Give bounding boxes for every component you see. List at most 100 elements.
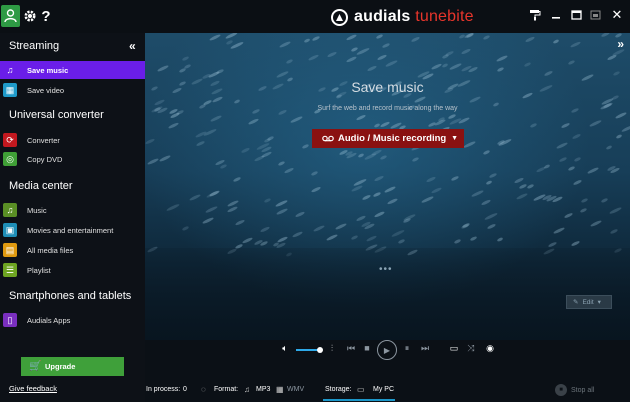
fish-decoration bbox=[567, 60, 575, 66]
page-title: Save music bbox=[351, 79, 424, 95]
sidebar-item-label: Save music bbox=[27, 65, 69, 75]
fish-decoration bbox=[310, 185, 322, 193]
next-track-icon[interactable]: ⏭︎ bbox=[420, 343, 430, 354]
stop-icon[interactable]: ■ bbox=[362, 343, 372, 353]
shuffle-icon[interactable]: ⤨ bbox=[465, 343, 477, 354]
record-button-label: Audio / Music recording bbox=[338, 133, 447, 144]
sidebar-item-all-media-files[interactable]: ▤ All media files bbox=[0, 241, 145, 259]
recording-icon bbox=[322, 134, 334, 144]
fish-decoration bbox=[570, 239, 580, 247]
fish-decoration bbox=[202, 216, 215, 225]
fish-decoration bbox=[605, 144, 613, 151]
fish-decoration bbox=[567, 165, 576, 172]
fish-decoration bbox=[482, 34, 491, 41]
fish-decoration bbox=[589, 219, 602, 228]
chevron-down-icon: ▼ bbox=[451, 135, 458, 142]
music-note-icon: ♫ bbox=[244, 385, 250, 394]
restore-icon[interactable] bbox=[588, 8, 602, 22]
sidebar-item-copy-dvd[interactable]: ◎ Copy DVD bbox=[0, 150, 145, 168]
edit-button[interactable]: ✎ Edit ▾ bbox=[566, 295, 612, 309]
fish-decoration bbox=[208, 70, 221, 79]
volume-slider-handle[interactable] bbox=[317, 347, 323, 353]
volume-icon[interactable]: 🔈︎ bbox=[280, 343, 290, 354]
fish-decoration bbox=[225, 39, 233, 46]
movies-icon: ▣ bbox=[3, 223, 17, 237]
fish-decoration bbox=[471, 189, 485, 198]
fish-decoration bbox=[355, 113, 367, 122]
minimize-icon[interactable] bbox=[549, 8, 563, 22]
music-icon: ♫ bbox=[3, 203, 17, 217]
storage-value[interactable]: My PC bbox=[373, 386, 394, 393]
fish-decoration bbox=[447, 112, 457, 120]
fish-decoration bbox=[381, 42, 391, 50]
dvd-copy-icon: ◎ bbox=[3, 152, 17, 166]
sidebar-item-label: Playlist bbox=[27, 265, 51, 275]
eye-icon[interactable]: ◉ bbox=[484, 343, 496, 354]
fish-decoration bbox=[387, 197, 399, 205]
sidebar-item-converter[interactable]: ⟳ Converter bbox=[0, 131, 145, 149]
fish-decoration bbox=[196, 140, 206, 148]
help-icon[interactable]: ? bbox=[36, 6, 56, 26]
pencil-icon: ✎ bbox=[573, 299, 579, 306]
fish-decoration bbox=[410, 36, 420, 43]
audio-music-recording-button[interactable]: Audio / Music recording ▼ bbox=[312, 129, 464, 148]
convert-icon: ⟳ bbox=[3, 133, 17, 147]
paint-roller-icon[interactable] bbox=[528, 8, 542, 22]
pause-icon[interactable]: ⏸︎ bbox=[402, 343, 412, 354]
close-icon[interactable]: ✕ bbox=[610, 7, 624, 22]
sidebar: « Streaming ♫ Save music ▦ Save video Un… bbox=[0, 33, 145, 402]
fish-decoration bbox=[181, 55, 190, 62]
fish-decoration bbox=[234, 219, 245, 227]
fish-decoration bbox=[391, 229, 406, 238]
picture-in-picture-icon[interactable]: ▭ bbox=[448, 343, 460, 354]
stop-all-button[interactable]: ■ Stop all bbox=[555, 384, 594, 396]
fish-decoration bbox=[430, 186, 442, 194]
upgrade-button[interactable]: 🛒 Upgrade bbox=[21, 357, 124, 376]
give-feedback-link[interactable]: Give feedback bbox=[9, 384, 57, 393]
fish-decoration bbox=[442, 63, 449, 69]
fish-decoration bbox=[350, 234, 359, 240]
fish-decoration bbox=[398, 239, 406, 245]
sidebar-item-playlist[interactable]: ☰ Playlist bbox=[0, 261, 145, 279]
fish-decoration bbox=[159, 154, 171, 163]
sidebar-item-save-music[interactable]: ♫ Save music bbox=[0, 61, 145, 79]
fish-decoration bbox=[365, 234, 378, 243]
fish-decoration bbox=[232, 176, 242, 183]
fish-decoration bbox=[573, 156, 582, 163]
fish-decoration bbox=[274, 199, 288, 208]
user-icon[interactable] bbox=[1, 5, 20, 27]
title-bar: ? audials tunebite ✕ bbox=[0, 0, 630, 33]
fish-decoration bbox=[483, 212, 498, 222]
fish-decoration bbox=[374, 211, 386, 219]
format-wmv[interactable]: WMV bbox=[287, 386, 304, 393]
sidebar-item-movies[interactable]: ▣ Movies and entertainment bbox=[0, 221, 145, 239]
collapse-sidebar-icon[interactable]: « bbox=[129, 39, 136, 53]
fish-decoration bbox=[357, 152, 365, 159]
fish-decoration bbox=[167, 121, 180, 129]
fish-decoration bbox=[614, 111, 627, 120]
status-bar: In process: 0 ◌ Format: ♫ MP3 ▦ WMV Stor… bbox=[145, 380, 630, 402]
fish-decoration bbox=[495, 54, 508, 63]
fish-decoration bbox=[355, 215, 366, 223]
fish-decoration bbox=[611, 94, 619, 101]
fish-decoration bbox=[289, 115, 303, 124]
maximize-icon[interactable] bbox=[569, 8, 583, 22]
fish-decoration bbox=[209, 33, 222, 42]
fish-decoration bbox=[380, 155, 388, 161]
fish-decoration bbox=[485, 180, 493, 186]
play-button[interactable]: ▶ bbox=[377, 340, 397, 360]
fish-decoration bbox=[291, 230, 303, 238]
previous-track-icon[interactable]: ⏮︎ bbox=[346, 343, 356, 354]
fish-decoration bbox=[326, 233, 339, 242]
sidebar-item-music[interactable]: ♫ Music bbox=[0, 201, 145, 219]
sidebar-item-save-video[interactable]: ▦ Save video bbox=[0, 81, 145, 99]
sidebar-item-audials-apps[interactable]: ▯ Audials Apps bbox=[0, 311, 145, 329]
fish-decoration bbox=[588, 119, 602, 128]
equalizer-icon[interactable]: ⫶ bbox=[327, 343, 337, 354]
fish-decoration bbox=[145, 138, 155, 146]
format-mp3[interactable]: MP3 bbox=[256, 386, 270, 393]
fish-decoration bbox=[453, 238, 461, 244]
fish-decoration bbox=[226, 206, 238, 214]
expand-panel-icon[interactable]: » bbox=[617, 37, 624, 51]
fish-decoration bbox=[421, 195, 435, 205]
